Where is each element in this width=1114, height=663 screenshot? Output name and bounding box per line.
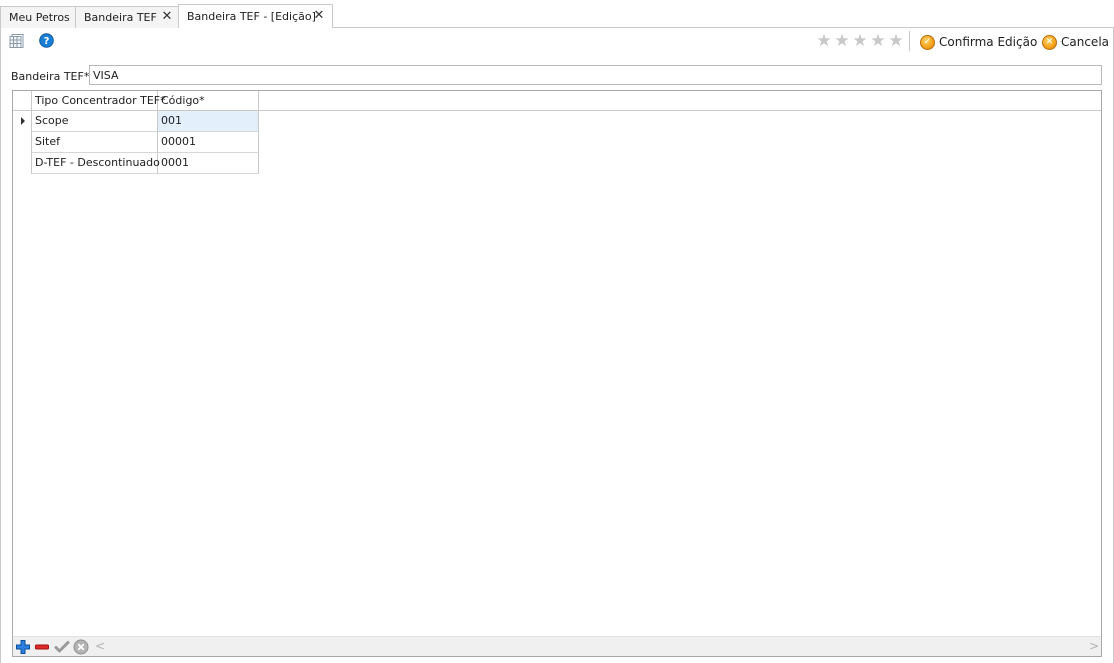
cancel-icon: ✕	[1042, 34, 1057, 50]
edit-panel: ? ★ ★ ★ ★ ★ ✓ Confirma Edição ✕ Cancela Band…	[0, 27, 1114, 663]
table-row[interactable]: D-TEF - Descontinuado 0001	[13, 153, 259, 174]
grid-cell-codigo[interactable]: 001	[158, 111, 259, 132]
cancel-button[interactable]: ✕ Cancela	[1042, 33, 1109, 51]
table-row[interactable]: Sitef 00001	[13, 132, 259, 153]
tab-label: Meu Petros	[9, 11, 70, 24]
grid-cell-tipo[interactable]: Scope	[32, 111, 158, 132]
grid-cell-tipo[interactable]: D-TEF - Descontinuado	[32, 153, 160, 174]
star-icon[interactable]: ★	[816, 32, 832, 50]
rating-stars[interactable]: ★ ★ ★ ★ ★	[816, 32, 904, 50]
tab-label: Bandeira TEF	[84, 11, 157, 24]
tab-strip: Meu Petros Bandeira TEF ✕ Bandeira TEF -…	[0, 0, 1114, 28]
toolbar: ? ★ ★ ★ ★ ★ ✓ Confirma Edição ✕ Cancela	[1, 27, 1113, 55]
tab-bandeira-tef[interactable]: Bandeira TEF ✕	[75, 6, 179, 28]
grid-navigator: < >	[13, 636, 1101, 656]
tef-concentrator-grid: Tipo Concentrador TEF* Código* Scope 001…	[12, 90, 1102, 657]
confirm-edit-label: Confirma Edição	[939, 35, 1038, 49]
column-header-tipo-concentrador[interactable]: Tipo Concentrador TEF*	[32, 91, 166, 111]
confirm-icon: ✓	[920, 34, 935, 50]
grid-cell-codigo[interactable]: 00001	[158, 132, 259, 153]
close-icon[interactable]: ✕	[160, 10, 174, 24]
scroll-right-icon[interactable]: >	[1089, 639, 1099, 653]
confirm-check-icon[interactable]	[54, 639, 70, 655]
tab-meu-petros[interactable]: Meu Petros	[0, 6, 76, 28]
grid-view-icon[interactable]	[9, 33, 25, 52]
help-icon[interactable]: ?	[39, 33, 54, 51]
star-icon[interactable]: ★	[852, 32, 868, 50]
svg-text:?: ?	[44, 36, 50, 47]
column-header-codigo[interactable]: Código*	[158, 91, 259, 111]
tab-label: Bandeira TEF - [Edição]	[187, 10, 316, 23]
confirm-edit-button[interactable]: ✓ Confirma Edição	[920, 33, 1037, 51]
star-icon[interactable]: ★	[888, 32, 904, 50]
grid-cell-codigo[interactable]: 0001	[158, 153, 259, 174]
add-icon[interactable]	[15, 639, 31, 655]
toolbar-separator	[909, 31, 910, 51]
cancel-label: Cancela	[1061, 35, 1110, 49]
star-icon[interactable]: ★	[870, 32, 886, 50]
cancel-circle-icon[interactable]	[73, 639, 89, 655]
star-icon[interactable]: ★	[834, 32, 850, 50]
tab-bandeira-tef-edicao[interactable]: Bandeira TEF - [Edição] ✕	[178, 4, 333, 28]
table-row[interactable]: Scope 001	[13, 111, 259, 132]
bandeira-tef-label: Bandeira TEF*:	[11, 70, 94, 83]
remove-icon[interactable]	[34, 639, 50, 655]
bandeira-tef-input[interactable]	[89, 65, 1102, 85]
grid-header-corner	[13, 91, 32, 111]
close-icon[interactable]: ✕	[312, 9, 326, 23]
grid-header: Tipo Concentrador TEF* Código*	[13, 91, 1101, 111]
grid-cell-tipo[interactable]: Sitef	[32, 132, 158, 153]
scroll-left-icon[interactable]: <	[95, 639, 105, 653]
